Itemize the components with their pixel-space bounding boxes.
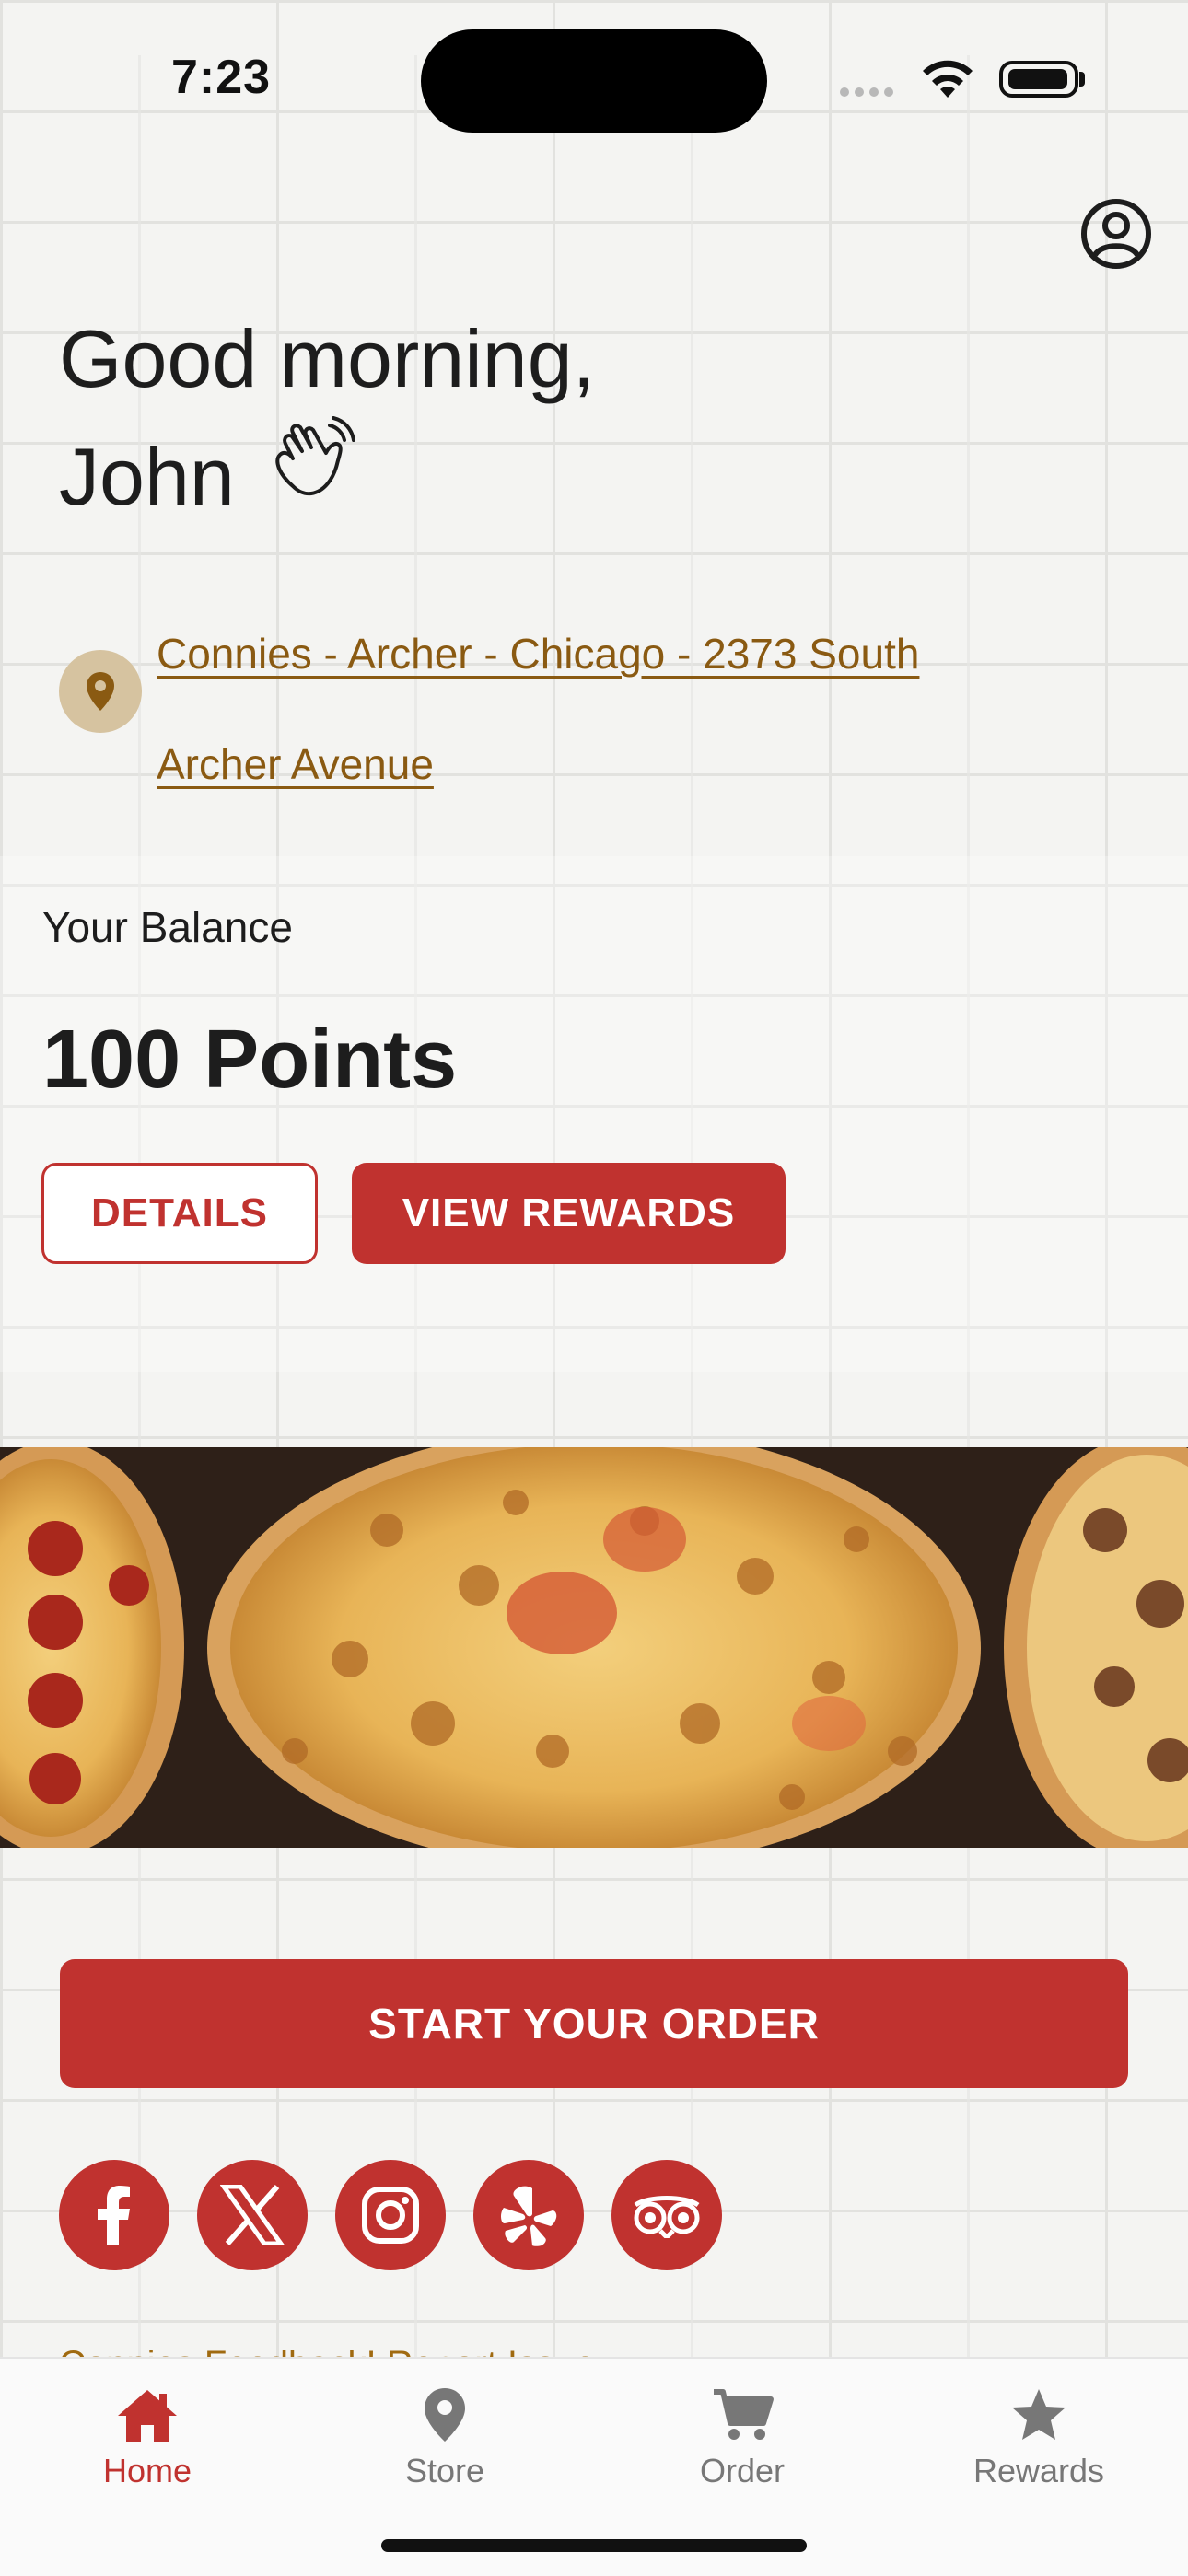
- location-pin-icon: [87, 672, 114, 711]
- yelp-button[interactable]: [473, 2160, 584, 2270]
- points-balance: 100 Points: [42, 1014, 458, 1106]
- location-pin-icon: [425, 2388, 465, 2442]
- tab-order[interactable]: Order: [623, 2386, 862, 2490]
- x-icon: [220, 2185, 285, 2245]
- tripadvisor-icon: [634, 2196, 700, 2238]
- store-location-link[interactable]: Connies - Archer - Chicago - 2373 South …: [157, 598, 1013, 819]
- profile-icon[interactable]: [1079, 197, 1153, 271]
- x-button[interactable]: [197, 2160, 308, 2270]
- status-time: 7:23: [171, 51, 272, 104]
- tab-label: Store: [404, 2452, 485, 2489]
- tab-label: Rewards: [973, 2452, 1105, 2489]
- home-icon: [118, 2390, 177, 2442]
- wifi-icon: [923, 60, 973, 98]
- cellular-signal-icon: [840, 85, 899, 101]
- balance-label: Your Balance: [42, 903, 293, 951]
- view-rewards-button[interactable]: VIEW REWARDS: [352, 1163, 786, 1264]
- facebook-icon: [98, 2186, 130, 2245]
- facebook-button[interactable]: [59, 2160, 169, 2270]
- star-icon: [1012, 2389, 1066, 2440]
- cart-icon: [714, 2389, 774, 2440]
- start-order-button[interactable]: START YOUR ORDER: [60, 1959, 1128, 2088]
- tab-home[interactable]: Home: [28, 2386, 267, 2490]
- dynamic-island: [421, 29, 767, 133]
- tab-store[interactable]: Store: [325, 2386, 565, 2490]
- status-bar: 7:23: [0, 0, 1188, 147]
- greeting-line1: Good morning,: [59, 313, 596, 404]
- instagram-icon: [362, 2187, 419, 2244]
- location-badge: [59, 650, 142, 733]
- details-button[interactable]: DETAILS: [41, 1163, 318, 1264]
- battery-icon: [999, 61, 1078, 98]
- instagram-button[interactable]: [335, 2160, 446, 2270]
- tab-rewards[interactable]: Rewards: [919, 2386, 1159, 2490]
- battery-tip: [1079, 72, 1085, 87]
- yelp-icon: [501, 2186, 557, 2246]
- home-indicator: [381, 2539, 807, 2552]
- tab-label: Order: [699, 2452, 786, 2489]
- pizza-banner-image: [0, 1447, 1188, 1848]
- tab-label: Home: [102, 2452, 192, 2489]
- waving-hand-icon: [275, 416, 355, 496]
- tripadvisor-button[interactable]: [611, 2160, 722, 2270]
